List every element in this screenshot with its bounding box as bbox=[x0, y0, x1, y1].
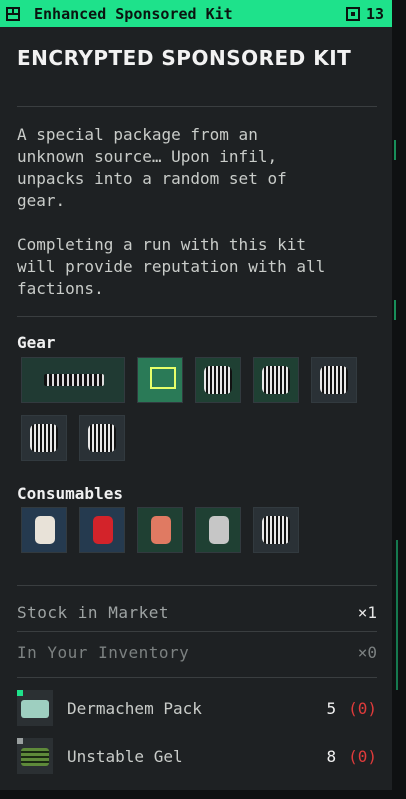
divider bbox=[17, 106, 377, 107]
medkit-icon bbox=[151, 516, 171, 544]
plate-icon bbox=[30, 424, 58, 452]
grid-icon[interactable] bbox=[0, 0, 26, 27]
armor-icon bbox=[204, 366, 232, 394]
canister-icon bbox=[209, 516, 229, 544]
gear-item-plate[interactable] bbox=[311, 357, 357, 403]
divider bbox=[17, 677, 377, 678]
stock-value: ×1 bbox=[357, 602, 377, 622]
window-header[interactable]: Enhanced Sponsored Kit 13 bbox=[0, 0, 392, 27]
requirement-have: (0) bbox=[348, 746, 377, 766]
requirement-row[interactable]: Unstable Gel 8 (0) bbox=[17, 737, 377, 775]
item-name: ENCRYPTED SPONSORED KIT bbox=[17, 46, 352, 70]
window-title: Enhanced Sponsored Kit bbox=[34, 4, 233, 23]
item-description-reputation: Completing a run with this kit will prov… bbox=[17, 235, 326, 298]
rifle-icon bbox=[44, 374, 104, 386]
gear-item-armor[interactable] bbox=[195, 357, 241, 403]
section-consumables-title: Consumables bbox=[17, 484, 123, 503]
divider bbox=[17, 585, 377, 586]
gear-item-plate[interactable] bbox=[79, 415, 125, 461]
inventory-row: In Your Inventory ×0 bbox=[17, 641, 377, 663]
requirement-row[interactable]: Dermachem Pack 5 (0) bbox=[17, 689, 377, 727]
stim-icon bbox=[262, 516, 290, 544]
inventory-value: ×0 bbox=[357, 642, 377, 662]
consumable-item[interactable] bbox=[79, 507, 125, 553]
armor-icon bbox=[262, 366, 290, 394]
consumable-item[interactable] bbox=[21, 507, 67, 553]
section-gear-title: Gear bbox=[17, 333, 56, 352]
rarity-marker bbox=[17, 690, 23, 696]
consumable-item[interactable] bbox=[195, 507, 241, 553]
item-description: A special package from an unknown source… bbox=[17, 125, 287, 210]
plate-icon bbox=[88, 424, 116, 452]
consumable-item[interactable] bbox=[253, 507, 299, 553]
gear-item-plate[interactable] bbox=[21, 415, 67, 461]
dermachem-pack-icon bbox=[17, 690, 53, 726]
canister-icon bbox=[93, 516, 113, 544]
edge-marker bbox=[396, 540, 398, 690]
gear-item-rifle[interactable] bbox=[21, 357, 125, 403]
consumable-item[interactable] bbox=[137, 507, 183, 553]
medkit-icon bbox=[35, 516, 55, 544]
requirement-name: Unstable Gel bbox=[67, 746, 183, 766]
plate-icon bbox=[320, 366, 348, 394]
divider bbox=[17, 316, 377, 317]
requirement-qty: 5 bbox=[326, 698, 337, 718]
right-edge bbox=[392, 0, 406, 799]
stock-in-market-row: Stock in Market ×1 bbox=[17, 601, 377, 623]
bottom-edge bbox=[0, 790, 392, 799]
gel-shape bbox=[21, 748, 49, 766]
unstable-gel-icon bbox=[17, 738, 53, 774]
gear-item-armor[interactable] bbox=[253, 357, 299, 403]
edge-marker bbox=[394, 300, 396, 320]
item-count-value: 13 bbox=[365, 4, 384, 23]
monitor-icon bbox=[150, 367, 176, 389]
rarity-marker bbox=[17, 738, 23, 744]
divider bbox=[17, 631, 377, 632]
item-count-icon bbox=[345, 6, 360, 21]
edge-marker bbox=[394, 140, 396, 160]
requirement-qty: 8 bbox=[326, 746, 337, 766]
requirement-name: Dermachem Pack bbox=[67, 698, 202, 718]
gear-item-monitor[interactable] bbox=[137, 357, 183, 403]
stock-label: Stock in Market bbox=[17, 602, 169, 622]
pack-shape bbox=[21, 700, 49, 718]
inventory-label: In Your Inventory bbox=[17, 642, 190, 662]
item-count: 13 bbox=[345, 4, 392, 23]
requirement-have: (0) bbox=[348, 698, 377, 718]
